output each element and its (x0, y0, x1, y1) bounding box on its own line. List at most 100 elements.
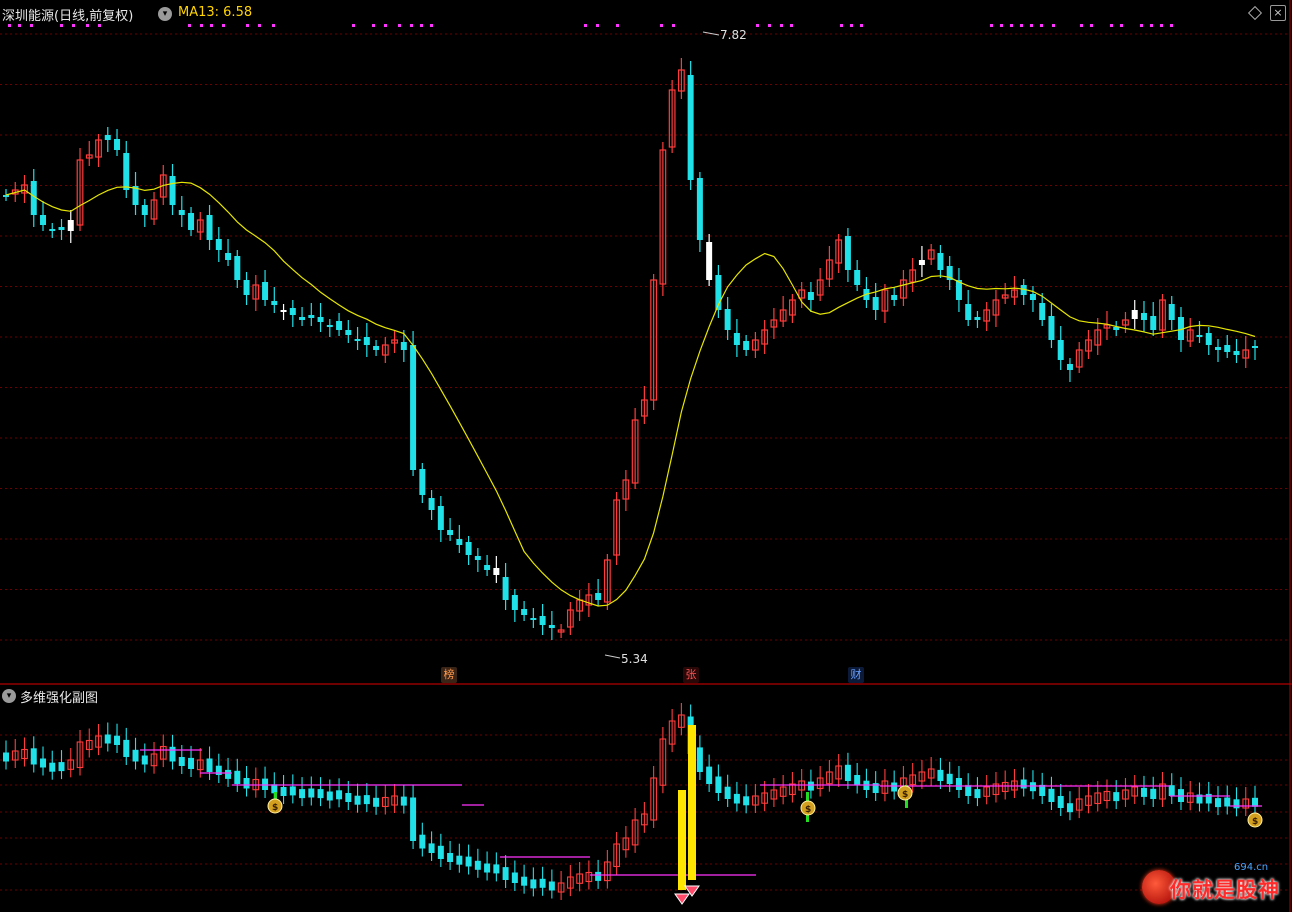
signal-dot (1020, 24, 1023, 27)
candle-body (447, 530, 454, 535)
indicator-body (474, 860, 481, 870)
indicator-body (539, 878, 546, 888)
main-chart-grid (0, 33, 1290, 641)
candle-body (965, 304, 972, 320)
money-bag-icon: $ (1247, 812, 1263, 828)
indicator-body (530, 879, 537, 889)
indicator-body (1224, 797, 1231, 807)
signal-dot (272, 24, 275, 27)
event-tag-bang[interactable]: 榜 (441, 667, 457, 683)
signal-dot (1030, 24, 1033, 27)
signal-dot (1052, 24, 1055, 27)
signal-dot (1120, 24, 1123, 27)
signal-dot (1170, 24, 1173, 27)
top-signal-dots (8, 24, 1173, 27)
indicator-dropdown-icon[interactable]: ▾ (2, 689, 16, 703)
candle-body (326, 325, 333, 327)
candle-body (1140, 313, 1147, 320)
candle-body (456, 539, 463, 545)
low-price-annotation: 5.34 (604, 652, 648, 666)
event-tag-cai[interactable]: 财 (848, 667, 864, 683)
signal-dot (780, 24, 783, 27)
indicator-body (1214, 798, 1221, 808)
signal-dot (8, 24, 11, 27)
signal-dot (1090, 24, 1093, 27)
indicator-body (1113, 792, 1120, 802)
signal-dot (840, 24, 843, 27)
indicator-body (308, 788, 315, 798)
candle-body (67, 220, 74, 231)
candle-body (243, 280, 250, 295)
indicator-body (733, 793, 740, 804)
indicator-body (1048, 788, 1055, 802)
candle-body (539, 616, 546, 625)
indicator-body (502, 867, 509, 880)
signal-dot (188, 24, 191, 27)
indicator-body (1140, 787, 1147, 797)
candle-body (1196, 335, 1203, 337)
indicator-body (1168, 785, 1175, 796)
yellow-bar (678, 790, 686, 890)
chart-canvas[interactable]: $ $ $ $ 7.82 5.34 (0, 0, 1292, 912)
chevron-down-icon[interactable]: ▾ (158, 7, 172, 21)
candle-body (844, 236, 851, 270)
signal-dot (384, 24, 387, 27)
event-tag-zhang[interactable]: 张 (683, 667, 699, 683)
indicator-body (548, 881, 555, 891)
indicator-body (169, 746, 176, 762)
indicator-body (715, 776, 722, 793)
signal-dot (372, 24, 375, 27)
candle-body (280, 310, 287, 312)
signal-dot (672, 24, 675, 27)
indicator-body (428, 843, 435, 853)
indicator-body (1020, 779, 1027, 789)
diamond-gem-icon (674, 893, 690, 905)
candle-body (484, 565, 491, 570)
indicator-body (1233, 799, 1240, 809)
signal-dot (258, 24, 261, 27)
indicator-body (854, 775, 861, 786)
indicator-body (317, 789, 324, 799)
signal-dot (616, 24, 619, 27)
candle-body (521, 609, 528, 615)
indicator-body (511, 872, 518, 883)
indicator-body (706, 766, 713, 784)
indicator-body (104, 734, 111, 744)
candle-body (215, 239, 222, 250)
yellow-bar (688, 725, 696, 880)
candle-body (687, 75, 694, 180)
signal-dot (756, 24, 759, 27)
indicator-body (280, 787, 287, 796)
money-bag-icon: $ (800, 800, 816, 816)
candle-body (1252, 346, 1258, 348)
main-candles (3, 58, 1258, 640)
signal-dot (768, 24, 771, 27)
candle-body (1214, 347, 1221, 350)
candle-body (696, 178, 703, 240)
indicator-body (1029, 782, 1036, 792)
signal-dot (790, 24, 793, 27)
candle-body (40, 215, 47, 225)
candle-body (49, 229, 56, 231)
indicator-body (521, 876, 528, 886)
candle-body (724, 309, 731, 330)
money-bag-symbol: $ (902, 790, 908, 800)
signal-dot (98, 24, 101, 27)
candle-body (1048, 316, 1055, 340)
candle-body (937, 253, 944, 270)
indicator-body (30, 748, 37, 765)
indicator-body (807, 781, 814, 791)
watermark-url: 694.cn (1234, 862, 1269, 873)
indicator-yellow-bars (678, 725, 696, 890)
candle-body (58, 227, 65, 230)
indicator-body (437, 845, 444, 859)
indicator-body (262, 778, 269, 790)
signal-dot (430, 24, 433, 27)
high-price-label: 7.82 (720, 28, 747, 42)
watermark: 你就是股神 694.cn (1142, 862, 1290, 910)
chart-title: 深圳能源(日线,前复权) (2, 9, 134, 24)
candle-body (1168, 304, 1175, 320)
signal-dot (200, 24, 203, 27)
close-icon[interactable]: × (1270, 5, 1286, 21)
candle-body (234, 256, 241, 280)
